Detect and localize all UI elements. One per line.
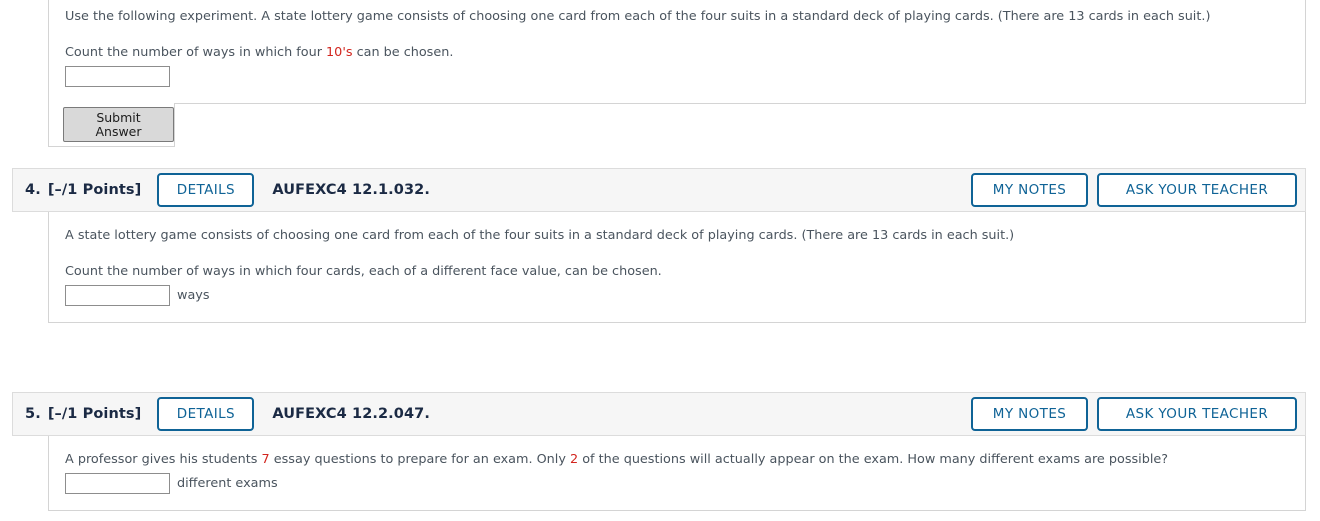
question-body-4: A state lottery game consists of choosin… — [48, 212, 1306, 324]
submit-answer-button[interactable]: Submit Answer — [63, 106, 174, 143]
prompt-highlight-value: 10's — [326, 45, 353, 61]
details-button[interactable]: DETAILS — [157, 173, 255, 207]
question-prompt-text: Count the number of ways in which four c… — [65, 264, 662, 280]
answer-row: ways — [65, 285, 1289, 307]
question-block-5: 5. [–/1 Points] DETAILS AUFEXC4 12.2.047… — [12, 392, 1306, 512]
question-intro-text: A state lottery game consists of choosin… — [65, 228, 1015, 243]
previous-question-body-panel: Use the following experiment. A state lo… — [48, 0, 1306, 104]
text-spacer — [65, 245, 1289, 262]
question-header-5: 5. [–/1 Points] DETAILS AUFEXC4 12.2.047… — [12, 392, 1306, 436]
question-number: 4. — [25, 182, 41, 198]
question-header-actions: MY NOTES ASK YOUR TEACHER — [971, 397, 1297, 431]
answer-unit-label: ways — [177, 288, 210, 304]
answer-input[interactable] — [65, 473, 170, 495]
prompt-prefix: Count the number of ways in which four — [65, 45, 327, 61]
answer-row: different exams — [65, 473, 1289, 495]
ask-your-teacher-button[interactable]: ASK YOUR TEACHER — [1097, 397, 1297, 431]
my-notes-button[interactable]: MY NOTES — [971, 397, 1088, 431]
prompt-part-1: A professor gives his students — [65, 452, 262, 467]
question-block-4: 4. [–/1 Points] DETAILS AUFEXC4 12.1.032… — [12, 168, 1306, 324]
prompt-part-2: essay questions to prepare for an exam. … — [269, 452, 570, 467]
prompt-part-3: of the questions will actually appear on… — [578, 452, 1169, 467]
ask-your-teacher-button[interactable]: ASK YOUR TEACHER — [1097, 173, 1297, 207]
question-code: AUFEXC4 12.1.032. — [272, 182, 430, 198]
question-prompt-text: A professor gives his students 7 essay q… — [65, 450, 1289, 469]
question-points: [–/1 Points] — [47, 182, 142, 198]
submit-answer-tab: Submit Answer — [48, 103, 175, 147]
answer-input[interactable] — [65, 285, 170, 307]
prompt-number-2: 2 — [570, 452, 579, 467]
question-body-5: A professor gives his students 7 essay q… — [48, 436, 1306, 512]
prompt-suffix: can be chosen. — [352, 45, 454, 61]
text-spacer — [65, 26, 1289, 43]
question-code: AUFEXC4 12.2.047. — [272, 406, 430, 422]
my-notes-button[interactable]: MY NOTES — [971, 173, 1088, 207]
previous-question-answer-row — [65, 66, 1289, 88]
previous-question-prompt-text: Count the number of ways in which four 1… — [65, 43, 1289, 62]
question-points: [–/1 Points] — [47, 406, 142, 422]
question-header-actions: MY NOTES ASK YOUR TEACHER — [971, 173, 1297, 207]
answer-input[interactable] — [65, 66, 170, 88]
details-button[interactable]: DETAILS — [157, 397, 255, 431]
question-header-4: 4. [–/1 Points] DETAILS AUFEXC4 12.1.032… — [12, 168, 1306, 212]
previous-question-content: Use the following experiment. A state lo… — [49, 0, 1305, 88]
prompt-number-1: 7 — [261, 452, 270, 467]
question-number: 5. — [25, 406, 41, 422]
previous-question-intro-text: Use the following experiment. A state lo… — [65, 9, 1211, 24]
answer-unit-label: different exams — [177, 476, 278, 492]
